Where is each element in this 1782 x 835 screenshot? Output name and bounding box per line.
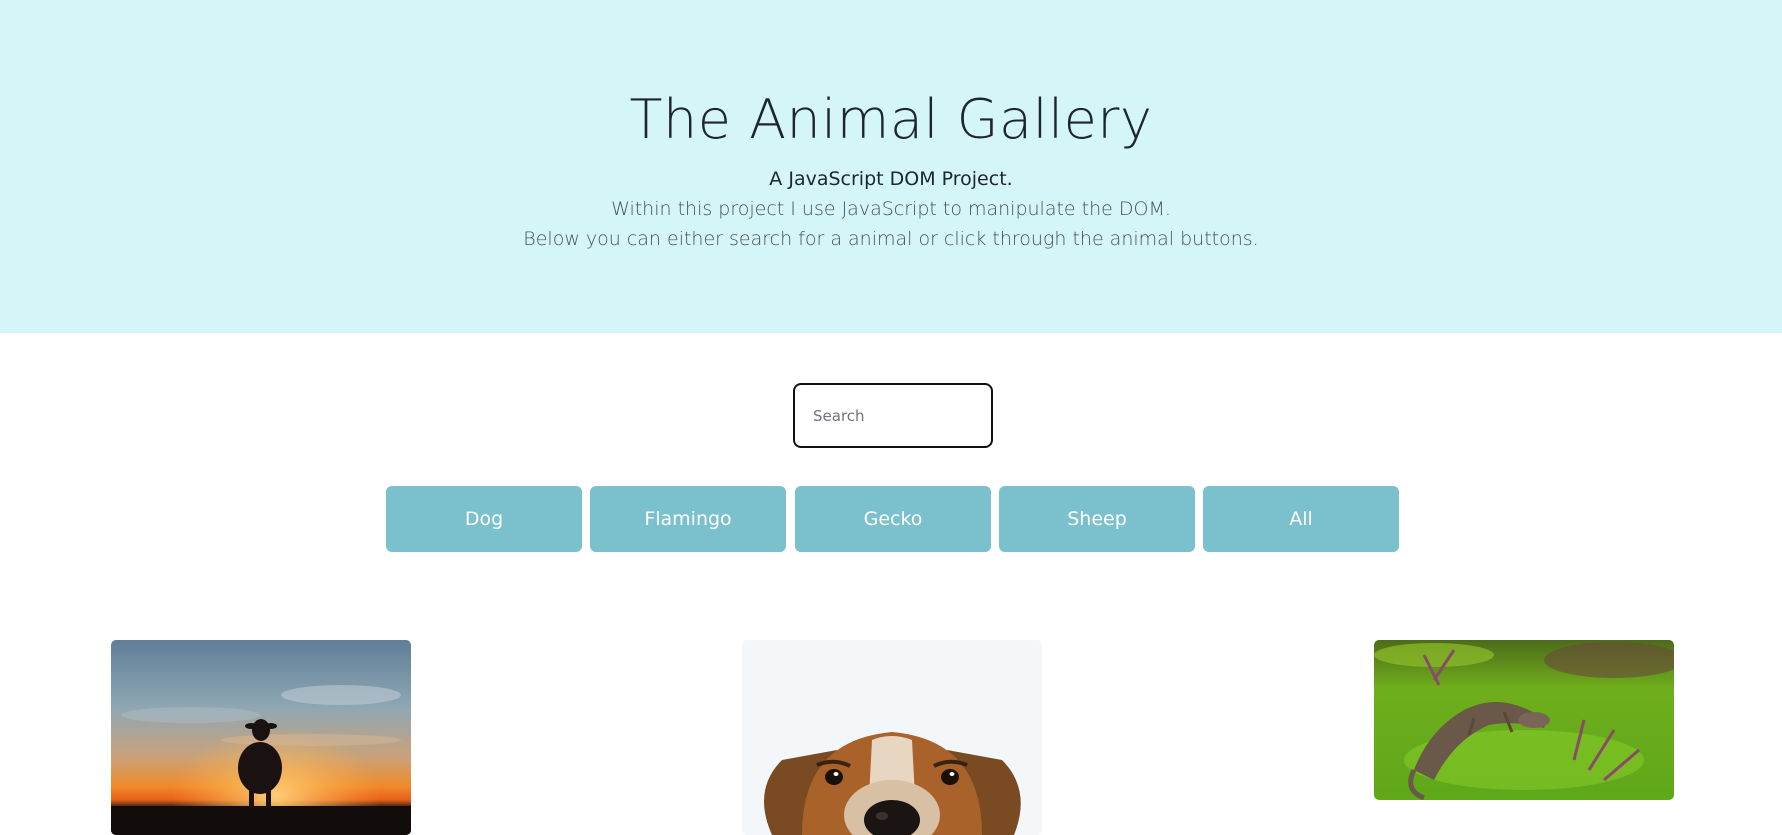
search-input[interactable] bbox=[793, 383, 993, 448]
gallery-image-dog[interactable] bbox=[742, 640, 1042, 835]
page-title: The Animal Gallery bbox=[629, 88, 1153, 151]
gallery-image-sheep[interactable] bbox=[111, 640, 411, 835]
filter-button-dog[interactable]: Dog bbox=[386, 486, 582, 552]
hero-subtitle: A JavaScript DOM Project. bbox=[769, 168, 1013, 190]
filter-button-flamingo[interactable]: Flamingo bbox=[590, 486, 786, 552]
filter-button-sheep[interactable]: Sheep bbox=[999, 486, 1195, 552]
sheep-photo bbox=[111, 640, 411, 835]
filter-button-all[interactable]: All bbox=[1203, 486, 1399, 552]
hero-banner: The Animal Gallery A JavaScript DOM Proj… bbox=[0, 0, 1782, 333]
gallery-image-gecko[interactable] bbox=[1374, 640, 1674, 800]
dog-photo bbox=[742, 640, 1042, 835]
hero-description-line-2: Below you can either search for a animal… bbox=[523, 228, 1259, 250]
gecko-photo bbox=[1374, 640, 1674, 800]
hero-description-line-1: Within this project I use JavaScript to … bbox=[611, 198, 1171, 220]
filter-button-gecko[interactable]: Gecko bbox=[795, 486, 991, 552]
